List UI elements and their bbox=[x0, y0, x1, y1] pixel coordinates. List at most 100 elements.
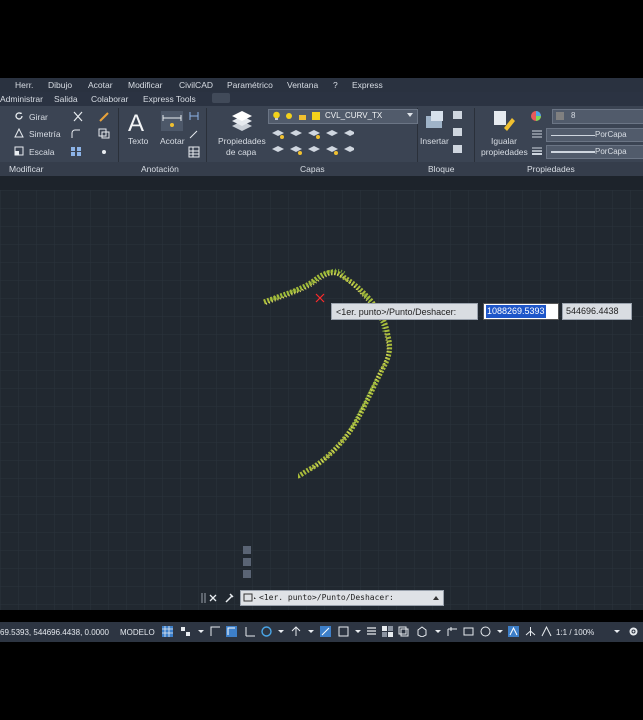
command-line-input[interactable]: <1er. punto>/Punto/Deshacer: bbox=[240, 590, 444, 606]
annotation-visibility-icon[interactable] bbox=[525, 626, 536, 637]
copy-icon[interactable] bbox=[98, 128, 110, 139]
chevron-down-icon[interactable] bbox=[433, 626, 444, 637]
texto-button[interactable]: Texto bbox=[128, 136, 148, 146]
isodraft-icon[interactable] bbox=[291, 626, 302, 637]
simetria-button[interactable]: Simetría bbox=[29, 129, 61, 139]
multileader-icon[interactable] bbox=[188, 128, 200, 140]
dynamic-input-icon[interactable] bbox=[226, 626, 237, 637]
infer-constraints-icon[interactable] bbox=[210, 626, 221, 637]
insertar-button[interactable]: Insertar bbox=[420, 136, 449, 146]
tab-colaborar[interactable]: Colaborar bbox=[91, 94, 128, 104]
text-icon[interactable]: A bbox=[127, 110, 149, 134]
layer-properties-icon[interactable] bbox=[229, 108, 255, 134]
linetype-value: PorCapa bbox=[595, 130, 627, 139]
menu-bar: Herr. Dibujo Acotar Modificar CivilCAD P… bbox=[0, 78, 643, 92]
igualar-label-2: propiedades bbox=[481, 147, 528, 157]
color-wheel-icon[interactable] bbox=[530, 110, 542, 122]
object-snap-icon[interactable] bbox=[320, 626, 331, 637]
chevron-down-icon[interactable] bbox=[306, 626, 317, 637]
linetype-dropdown[interactable]: PorCapa bbox=[546, 128, 643, 142]
lightbulb-icon bbox=[273, 111, 280, 120]
selection-cycling-icon[interactable] bbox=[398, 626, 409, 637]
quick-properties-icon[interactable] bbox=[480, 626, 491, 637]
lock-ui-icon[interactable] bbox=[508, 626, 519, 637]
tab-overflow-button[interactable] bbox=[212, 93, 230, 103]
trim-icon[interactable] bbox=[72, 111, 84, 122]
tab-salida[interactable]: Salida bbox=[54, 94, 78, 104]
layer-color-swatch bbox=[312, 112, 320, 120]
rotate-icon[interactable] bbox=[14, 111, 24, 121]
panel-label-modificar[interactable]: Modificar bbox=[9, 164, 43, 174]
block-tools-icons[interactable] bbox=[452, 110, 464, 158]
command-prompt-icon[interactable] bbox=[243, 593, 257, 603]
escala-button[interactable]: Escala bbox=[29, 147, 55, 157]
drawing-canvas[interactable] bbox=[0, 190, 643, 610]
object-snap-tracking-icon[interactable] bbox=[338, 626, 349, 637]
command-line-controls bbox=[201, 593, 234, 603]
dynamic-input-x-field[interactable]: 1088269.5393 bbox=[483, 303, 559, 320]
lineweight-dropdown[interactable]: PorCapa bbox=[546, 145, 643, 159]
units-icon[interactable] bbox=[463, 626, 474, 637]
dimension-icon[interactable] bbox=[160, 110, 184, 132]
annotation-scale-value[interactable]: 1:1 / 100% bbox=[556, 628, 594, 637]
chevron-down-icon[interactable] bbox=[495, 626, 506, 637]
chevron-down-icon[interactable] bbox=[353, 626, 364, 637]
gear-icon[interactable] bbox=[628, 626, 639, 637]
layer-properties-label-1[interactable]: Propiedades bbox=[218, 136, 266, 146]
panel-label-capas[interactable]: Capas bbox=[300, 164, 325, 174]
tab-express-tools[interactable]: Express Tools bbox=[143, 94, 196, 104]
model-space-button[interactable]: MODELO bbox=[120, 628, 155, 637]
chevron-down-icon[interactable] bbox=[196, 626, 207, 637]
menu-item-acotar[interactable]: Acotar bbox=[88, 80, 113, 90]
menu-item-express[interactable]: Express bbox=[352, 80, 383, 90]
match-properties-icon[interactable] bbox=[492, 108, 516, 134]
menu-item-parametrico[interactable]: Paramétrico bbox=[227, 80, 273, 90]
grid-toggle-icon[interactable] bbox=[162, 626, 173, 637]
explode-icon[interactable] bbox=[98, 146, 110, 157]
dynamic-input-y-field[interactable]: 544696.4438 bbox=[562, 303, 632, 320]
panel-label-bloque[interactable]: Bloque bbox=[428, 164, 454, 174]
color-swatch bbox=[556, 112, 564, 120]
annotation-monitor-icon[interactable] bbox=[447, 626, 458, 637]
svg-text:A: A bbox=[128, 110, 144, 134]
layer-tools-icons[interactable] bbox=[270, 127, 354, 157]
transparency-icon[interactable] bbox=[382, 626, 393, 637]
panel-label-propiedades[interactable]: Propiedades bbox=[527, 164, 575, 174]
insert-block-icon[interactable] bbox=[423, 108, 447, 132]
lineweight-display-icon[interactable] bbox=[366, 626, 377, 637]
x-value-selected[interactable]: 1088269.5393 bbox=[486, 305, 546, 318]
color-dropdown[interactable]: 8 bbox=[552, 109, 643, 124]
chevron-down-icon[interactable] bbox=[276, 626, 287, 637]
girar-button[interactable]: Girar bbox=[29, 112, 48, 122]
menu-item-civilcad[interactable]: CivilCAD bbox=[179, 80, 213, 90]
status-bar: 69.5393, 544696.4438, 0.0000 MODELO 1:1 … bbox=[0, 622, 643, 642]
menu-item-help[interactable]: ? bbox=[333, 80, 338, 90]
acotar-button[interactable]: Acotar bbox=[160, 136, 185, 146]
table-icon[interactable] bbox=[188, 146, 200, 158]
leader-icon[interactable] bbox=[188, 110, 200, 122]
igualar-label-1[interactable]: Igualar bbox=[491, 136, 517, 146]
ribbon-panel-labels: Modificar Anotación Capas Bloque Propied… bbox=[0, 162, 643, 176]
menu-item-dibujo[interactable]: Dibujo bbox=[48, 80, 72, 90]
erase-icon[interactable] bbox=[98, 111, 110, 122]
snap-mode-icon[interactable] bbox=[180, 626, 191, 637]
tab-administrar[interactable]: Administrar bbox=[0, 94, 43, 104]
scale-icon[interactable] bbox=[14, 146, 24, 156]
menu-item-herr[interactable]: Herr. bbox=[15, 80, 33, 90]
layer-dropdown[interactable]: CVL_CURV_TX bbox=[268, 109, 418, 124]
lineweight-value: PorCapa bbox=[595, 147, 627, 156]
command-line-text: <1er. punto>/Punto/Deshacer: bbox=[259, 593, 394, 602]
panel-label-anotacion[interactable]: Anotación bbox=[141, 164, 179, 174]
3d-osnap-icon[interactable] bbox=[416, 626, 427, 637]
ortho-mode-icon[interactable] bbox=[245, 626, 256, 637]
cursor-coordinates[interactable]: 69.5393, 544696.4438, 0.0000 bbox=[0, 628, 109, 637]
array-icon[interactable] bbox=[70, 146, 82, 157]
fillet-icon[interactable] bbox=[70, 128, 82, 139]
polar-tracking-icon[interactable] bbox=[261, 626, 272, 637]
mirror-icon[interactable] bbox=[14, 128, 24, 138]
chevron-down-icon[interactable] bbox=[612, 626, 623, 637]
annotation-scale-icon[interactable] bbox=[541, 626, 552, 637]
chevron-up-icon[interactable] bbox=[433, 596, 439, 600]
menu-item-modificar[interactable]: Modificar bbox=[128, 80, 162, 90]
menu-item-ventana[interactable]: Ventana bbox=[287, 80, 318, 90]
